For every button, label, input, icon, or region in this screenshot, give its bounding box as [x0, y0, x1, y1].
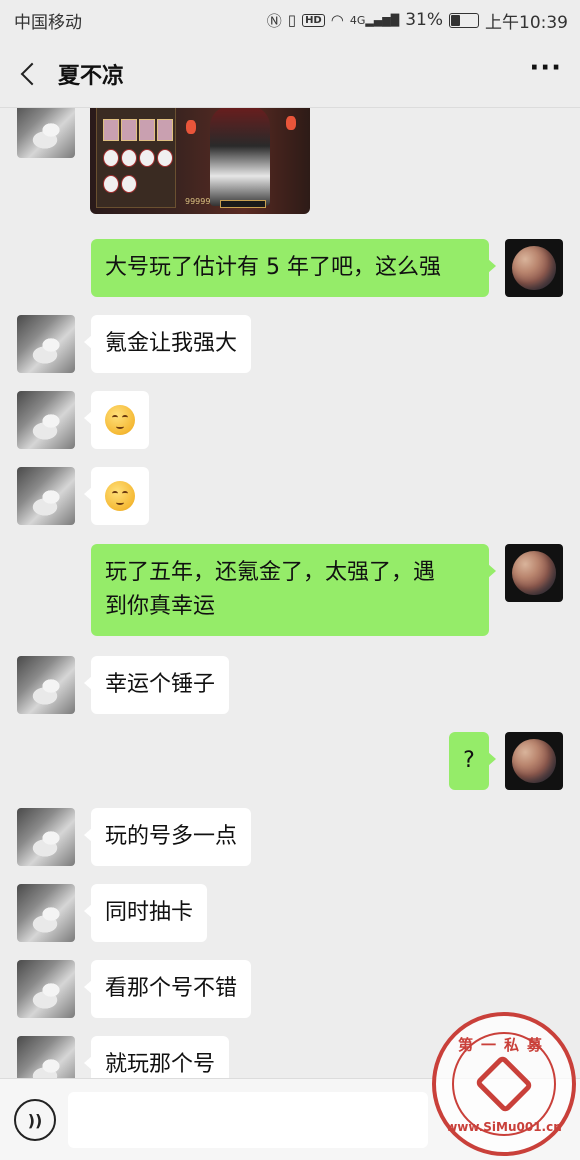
message-bubble-incoming[interactable]: 玩的号多一点: [83, 808, 252, 866]
my-avatar[interactable]: [505, 732, 563, 790]
carrier-label: 中国移动: [14, 12, 82, 33]
message-row: 氪金让我强大: [0, 315, 580, 375]
message-bubble-incoming[interactable]: [84, 391, 149, 449]
message-input[interactable]: [68, 1092, 428, 1148]
contact-avatar[interactable]: [17, 108, 75, 158]
message-bubble-incoming[interactable]: 同时抽卡: [83, 884, 208, 942]
contact-avatar[interactable]: [17, 467, 75, 525]
watermark-top-text: 第一私募: [457, 1036, 550, 1054]
message-text-line: 玩了五年，还氪金了，太强了，遇: [105, 560, 436, 585]
my-avatar[interactable]: [505, 239, 563, 297]
contact-avatar[interactable]: [17, 808, 75, 866]
message-row: 幸运个锤子: [0, 656, 580, 716]
status-icons: Ⓝ ▯ HD ◠ 4G▂▄▆█ 31% 上午10:39: [267, 8, 568, 33]
watermark-bottom-text: www.SiMu001.cn: [446, 1120, 562, 1134]
battery-icon: [449, 12, 479, 28]
network-type-label: 4G: [349, 13, 366, 27]
clock: 上午10:39: [485, 12, 568, 33]
message-bubble-incoming[interactable]: 看那个号不错: [83, 960, 252, 1018]
message-row: ?: [0, 732, 580, 792]
message-row: 看那个号不错: [0, 960, 580, 1020]
contact-avatar[interactable]: [17, 884, 75, 942]
message-bubble-outgoing[interactable]: 玩了五年，还氪金了，太强了，遇 到你真幸运: [91, 544, 496, 636]
message-row: 99999: [0, 108, 580, 220]
my-avatar[interactable]: [505, 544, 563, 602]
battery-percent: 31%: [405, 10, 443, 30]
message-bubble-outgoing[interactable]: 大号玩了估计有 5 年了吧，这么强: [91, 239, 496, 297]
game-card-panel: [96, 108, 176, 208]
message-bubble-incoming[interactable]: 幸运个锤子: [83, 656, 230, 714]
chat-title: 夏不凉: [58, 63, 125, 89]
message-row: 同时抽卡: [0, 884, 580, 944]
contact-avatar[interactable]: [17, 315, 75, 373]
message-bubble-incoming[interactable]: 就玩那个号: [83, 1036, 230, 1078]
status-bar: 中国移动 Ⓝ ▯ HD ◠ 4G▂▄▆█ 31% 上午10:39: [0, 0, 580, 40]
back-arrow-icon[interactable]: [18, 54, 52, 94]
message-list[interactable]: 99999 大号玩了估计有 5 年了吧，这么强 氪金让我强大 玩了五年，还氪金了…: [0, 108, 580, 1078]
game-score-text: 99999: [185, 197, 211, 206]
message-bubble-incoming[interactable]: [84, 467, 149, 525]
smirk-face-icon: [105, 481, 135, 511]
watermark-stamp: 第一私募 www.SiMu001.cn: [432, 1012, 576, 1156]
contact-avatar[interactable]: [17, 960, 75, 1018]
game-screenshot-image[interactable]: 99999: [90, 108, 310, 214]
message-text-line: 到你真幸运: [105, 594, 216, 619]
hd-icon: HD: [302, 13, 325, 27]
contact-avatar[interactable]: [17, 656, 75, 714]
game-character: [210, 108, 270, 206]
wifi-icon: ◠: [330, 11, 344, 29]
vibrate-icon: ▯: [287, 11, 297, 29]
chat-header: 夏不凉 ···: [0, 40, 580, 108]
message-bubble-incoming[interactable]: 氪金让我强大: [83, 315, 252, 373]
contact-avatar[interactable]: [17, 391, 75, 449]
message-row: [0, 391, 580, 451]
message-bubble-outgoing[interactable]: ?: [449, 732, 496, 790]
voice-glyph: )): [27, 1110, 43, 1130]
nfc-icon: Ⓝ: [266, 11, 282, 30]
voice-icon[interactable]: )): [14, 1099, 56, 1141]
game-score-bar: 99999: [185, 197, 266, 208]
message-row: 玩的号多一点: [0, 808, 580, 868]
contact-avatar[interactable]: [17, 1036, 75, 1078]
more-options-icon[interactable]: ···: [529, 53, 562, 95]
message-row: [0, 467, 580, 527]
message-row: 大号玩了估计有 5 年了吧，这么强: [0, 239, 580, 299]
message-row: 玩了五年，还氪金了，太强了，遇 到你真幸运: [0, 544, 580, 638]
smirk-face-icon: [105, 405, 135, 435]
signal-icon: 4G▂▄▆█: [349, 13, 400, 27]
